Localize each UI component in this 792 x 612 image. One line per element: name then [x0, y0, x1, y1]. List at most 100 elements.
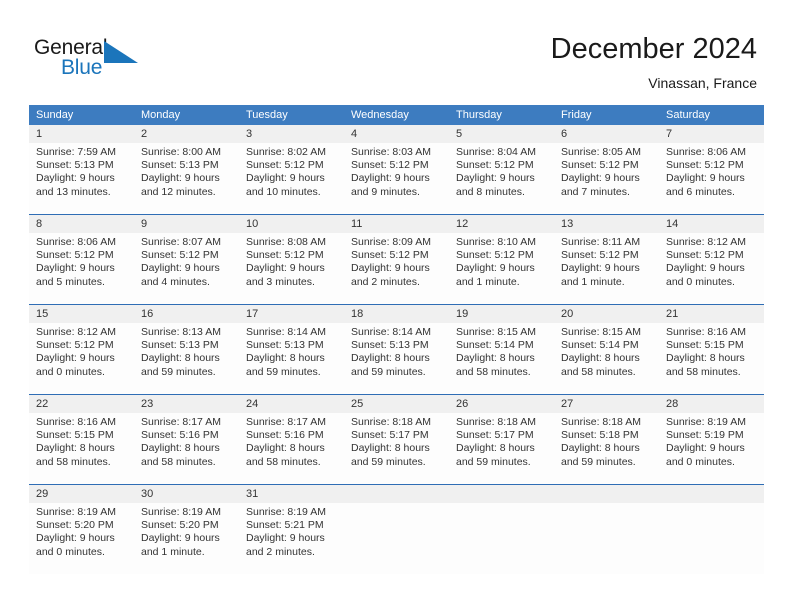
sunset-text: Sunset: 5:13 PM: [36, 159, 114, 172]
calendar-week-row: 1 2 3 4 5 6 7 Sunrise: 7:59 AM Sunset: 5:13 PM Da…: [29, 125, 764, 214]
sunset-text: Sunset: 5:12 PM: [666, 159, 744, 172]
day-number[interactable]: 9: [134, 215, 239, 233]
daylight-text: Daylight: 9 hours and 3 minutes.: [246, 262, 325, 288]
sunrise-text: Sunrise: 8:08 AM: [246, 236, 326, 248]
day-number[interactable]: 30: [134, 485, 239, 503]
sunrise-text: Sunrise: 8:15 AM: [561, 326, 641, 338]
day-number[interactable]: 13: [554, 215, 659, 233]
logo-text-blue: Blue: [61, 56, 103, 79]
sunset-text: Sunset: 5:12 PM: [36, 249, 114, 262]
day-cell[interactable]: Sunrise: 8:06 AM Sunset: 5:12 PM Daylight:…: [659, 143, 764, 214]
day-cell[interactable]: Sunrise: 8:17 AM Sunset: 5:16 PM Daylight:…: [239, 413, 344, 484]
calendar-page: General Blue December 2024 Vinassan, Fra…: [0, 0, 792, 612]
day-cell[interactable]: Sunrise: 8:06 AM Sunset: 5:12 PM Daylight:…: [29, 233, 134, 304]
day-cell[interactable]: Sunrise: 8:19 AM Sunset: 5:20 PM Daylight:…: [29, 503, 134, 574]
day-number[interactable]: 10: [239, 215, 344, 233]
day-cell[interactable]: Sunrise: 8:17 AM Sunset: 5:16 PM Daylight:…: [134, 413, 239, 484]
day-number[interactable]: 6: [554, 125, 659, 143]
day-number[interactable]: 31: [239, 485, 344, 503]
day-number[interactable]: 21: [659, 305, 764, 323]
day-number[interactable]: 23: [134, 395, 239, 413]
sunset-text: Sunset: 5:16 PM: [141, 429, 219, 442]
day-number[interactable]: 3: [239, 125, 344, 143]
sunrise-text: Sunrise: 7:59 AM: [36, 146, 116, 158]
daylight-text: Daylight: 9 hours and 6 minutes.: [666, 172, 745, 198]
day-cell[interactable]: Sunrise: 8:14 AM Sunset: 5:13 PM Daylight:…: [239, 323, 344, 394]
day-number[interactable]: 8: [29, 215, 134, 233]
sunrise-text: Sunrise: 8:19 AM: [666, 416, 746, 428]
day-cell[interactable]: Sunrise: 8:12 AM Sunset: 5:12 PM Daylight:…: [659, 233, 764, 304]
day-cell[interactable]: Sunrise: 8:18 AM Sunset: 5:17 PM Daylight:…: [449, 413, 554, 484]
day-cell[interactable]: Sunrise: 8:09 AM Sunset: 5:12 PM Daylight:…: [344, 233, 449, 304]
day-cell[interactable]: Sunrise: 8:11 AM Sunset: 5:12 PM Daylight:…: [554, 233, 659, 304]
daylight-text: Daylight: 9 hours and 0 minutes.: [36, 352, 115, 378]
day-number-band: 29 30 31: [29, 485, 764, 503]
day-cell: [659, 503, 764, 574]
sunrise-text: Sunrise: 8:17 AM: [246, 416, 326, 428]
day-cell[interactable]: Sunrise: 8:16 AM Sunset: 5:15 PM Daylight:…: [29, 413, 134, 484]
day-cell[interactable]: Sunrise: 8:19 AM Sunset: 5:21 PM Daylight:…: [239, 503, 344, 574]
day-cell[interactable]: Sunrise: 8:04 AM Sunset: 5:12 PM Daylight:…: [449, 143, 554, 214]
day-number[interactable]: 1: [29, 125, 134, 143]
day-cell[interactable]: Sunrise: 8:07 AM Sunset: 5:12 PM Daylight:…: [134, 233, 239, 304]
day-number[interactable]: 27: [554, 395, 659, 413]
day-cell[interactable]: Sunrise: 8:19 AM Sunset: 5:19 PM Daylight:…: [659, 413, 764, 484]
day-cell[interactable]: Sunrise: 8:00 AM Sunset: 5:13 PM Daylight:…: [134, 143, 239, 214]
day-cell: [554, 503, 659, 574]
day-number[interactable]: 25: [344, 395, 449, 413]
day-number[interactable]: 2: [134, 125, 239, 143]
day-number[interactable]: 17: [239, 305, 344, 323]
daylight-text: Daylight: 9 hours and 2 minutes.: [246, 532, 325, 558]
day-cell[interactable]: Sunrise: 8:18 AM Sunset: 5:18 PM Daylight:…: [554, 413, 659, 484]
day-cell[interactable]: Sunrise: 8:03 AM Sunset: 5:12 PM Daylight:…: [344, 143, 449, 214]
day-number[interactable]: 28: [659, 395, 764, 413]
day-number[interactable]: 5: [449, 125, 554, 143]
sunrise-text: Sunrise: 8:19 AM: [36, 506, 116, 518]
day-number-band: 22 23 24 25 26 27 28: [29, 395, 764, 413]
daylight-text: Daylight: 9 hours and 4 minutes.: [141, 262, 220, 288]
day-number[interactable]: 18: [344, 305, 449, 323]
day-number[interactable]: 26: [449, 395, 554, 413]
sunset-text: Sunset: 5:13 PM: [141, 159, 219, 172]
day-cell[interactable]: Sunrise: 7:59 AM Sunset: 5:13 PM Daylight:…: [29, 143, 134, 214]
general-blue-logo[interactable]: General Blue: [34, 36, 164, 84]
sunset-text: Sunset: 5:14 PM: [456, 339, 534, 352]
day-cell[interactable]: Sunrise: 8:15 AM Sunset: 5:14 PM Daylight:…: [449, 323, 554, 394]
day-number[interactable]: 11: [344, 215, 449, 233]
day-cell[interactable]: Sunrise: 8:16 AM Sunset: 5:15 PM Daylight:…: [659, 323, 764, 394]
day-cell[interactable]: Sunrise: 8:18 AM Sunset: 5:17 PM Daylight:…: [344, 413, 449, 484]
dow-monday: Monday: [141, 109, 181, 121]
day-number[interactable]: 14: [659, 215, 764, 233]
day-cell[interactable]: Sunrise: 8:19 AM Sunset: 5:20 PM Daylight:…: [134, 503, 239, 574]
day-cell[interactable]: Sunrise: 8:12 AM Sunset: 5:12 PM Daylight:…: [29, 323, 134, 394]
day-number[interactable]: 20: [554, 305, 659, 323]
day-number[interactable]: 15: [29, 305, 134, 323]
day-number[interactable]: 12: [449, 215, 554, 233]
daylight-text: Daylight: 8 hours and 58 minutes.: [561, 352, 640, 378]
daylight-text: Daylight: 8 hours and 58 minutes.: [456, 352, 535, 378]
day-cell[interactable]: Sunrise: 8:08 AM Sunset: 5:12 PM Daylight:…: [239, 233, 344, 304]
sunset-text: Sunset: 5:12 PM: [36, 339, 114, 352]
day-number[interactable]: 7: [659, 125, 764, 143]
day-detail-band: Sunrise: 8:19 AM Sunset: 5:20 PM Daylight:…: [29, 503, 764, 574]
daylight-text: Daylight: 9 hours and 5 minutes.: [36, 262, 115, 288]
day-cell[interactable]: Sunrise: 8:13 AM Sunset: 5:13 PM Daylight:…: [134, 323, 239, 394]
day-number[interactable]: 24: [239, 395, 344, 413]
day-number[interactable]: 22: [29, 395, 134, 413]
sunset-text: Sunset: 5:13 PM: [246, 339, 324, 352]
day-cell[interactable]: Sunrise: 8:15 AM Sunset: 5:14 PM Daylight:…: [554, 323, 659, 394]
day-detail-band: Sunrise: 8:06 AM Sunset: 5:12 PM Daylight:…: [29, 233, 764, 304]
day-cell[interactable]: Sunrise: 8:02 AM Sunset: 5:12 PM Daylight:…: [239, 143, 344, 214]
sunset-text: Sunset: 5:19 PM: [666, 429, 744, 442]
day-number[interactable]: 29: [29, 485, 134, 503]
sunset-text: Sunset: 5:12 PM: [456, 159, 534, 172]
calendar-week-row: 22 23 24 25 26 27 28 Sunrise: 8:16 AM Sunset: 5:…: [29, 394, 764, 484]
day-cell[interactable]: Sunrise: 8:05 AM Sunset: 5:12 PM Daylight:…: [554, 143, 659, 214]
day-number[interactable]: 19: [449, 305, 554, 323]
day-cell[interactable]: Sunrise: 8:10 AM Sunset: 5:12 PM Daylight:…: [449, 233, 554, 304]
day-number[interactable]: 4: [344, 125, 449, 143]
day-number[interactable]: 16: [134, 305, 239, 323]
day-number: [554, 485, 659, 503]
sunrise-text: Sunrise: 8:14 AM: [351, 326, 431, 338]
day-cell[interactable]: Sunrise: 8:14 AM Sunset: 5:13 PM Daylight:…: [344, 323, 449, 394]
